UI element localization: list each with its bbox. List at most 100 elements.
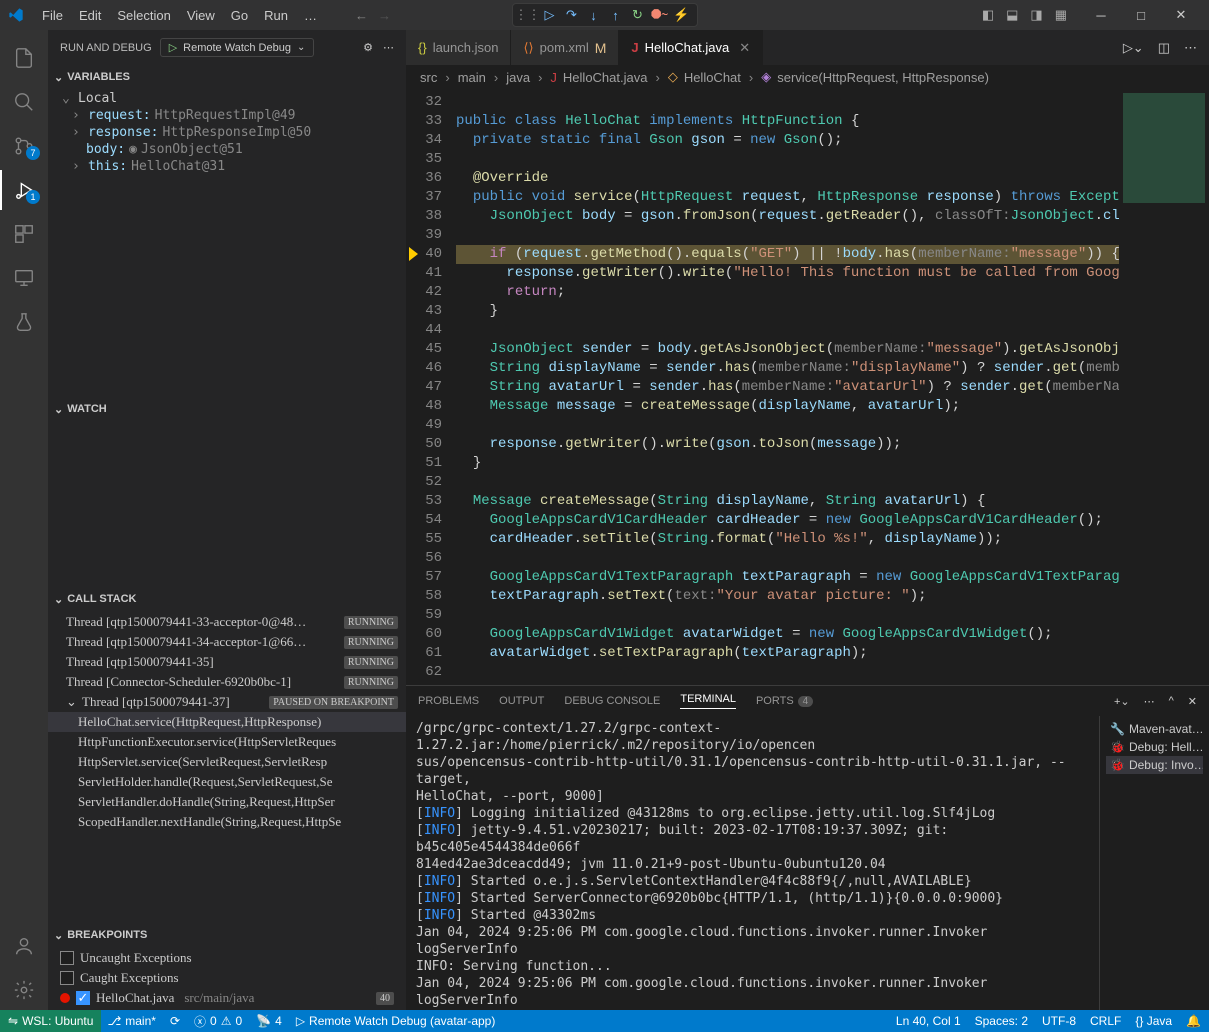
start-debug-icon[interactable]: ▷ xyxy=(169,41,177,54)
remote-explorer-icon[interactable] xyxy=(0,258,48,298)
settings-icon[interactable] xyxy=(0,970,48,1010)
accounts-icon[interactable] xyxy=(0,926,48,966)
checkbox[interactable] xyxy=(60,951,74,965)
eol[interactable]: CRLF xyxy=(1090,1014,1121,1028)
more-icon[interactable]: ⋯ xyxy=(383,41,394,54)
variables-header[interactable]: ⌄VARIABLES xyxy=(48,66,406,88)
panel-tab-problems[interactable]: PROBLEMS xyxy=(418,695,479,707)
breakpoints-header[interactable]: ⌄BREAKPOINTS xyxy=(48,924,406,946)
thread-row-expanded[interactable]: ⌄Thread [qtp1500079441-37]PAUSED ON BREA… xyxy=(48,692,406,712)
tab-hellochat-java[interactable]: JHelloChat.java✕ xyxy=(619,30,763,65)
layout-left-icon[interactable]: ◧ xyxy=(982,7,994,23)
git-branch[interactable]: ⎇main* xyxy=(107,1014,156,1028)
notifications-icon[interactable]: 🔔 xyxy=(1186,1014,1201,1028)
var-body[interactable]: body: ◉ JsonObject@51 xyxy=(48,141,406,158)
new-terminal-icon[interactable]: +⌄ xyxy=(1114,695,1130,708)
more-icon[interactable]: ⋯ xyxy=(1184,40,1197,56)
layout-right-icon[interactable]: ◨ xyxy=(1030,7,1042,23)
bp-file[interactable]: ✓ HelloChat.java src/main/java 40 xyxy=(48,988,406,1008)
menu-more[interactable]: … xyxy=(296,4,325,27)
continue-icon[interactable]: ▷ xyxy=(541,6,559,24)
terminal-session[interactable]: 🔧Maven-avat… xyxy=(1106,720,1203,738)
restart-icon[interactable]: ↻ xyxy=(629,6,647,24)
stack-frame[interactable]: HelloChat.service(HttpRequest,HttpRespon… xyxy=(48,712,406,732)
callstack-header[interactable]: ⌄CALL STACK xyxy=(48,588,406,610)
indentation[interactable]: Spaces: 2 xyxy=(975,1014,1028,1028)
ports-status[interactable]: 📡4 xyxy=(256,1014,282,1028)
thread-row[interactable]: Thread [qtp1500079441-35]RUNNING xyxy=(48,652,406,672)
layout-grid-icon[interactable]: ▦ xyxy=(1055,7,1067,23)
terminal[interactable]: /grpc/grpc-context/1.27.2/grpc-context-1… xyxy=(406,716,1099,1010)
breadcrumb[interactable]: src main java JHelloChat.java ◇HelloChat… xyxy=(406,65,1209,89)
maximize-button[interactable]: □ xyxy=(1121,0,1161,30)
close-button[interactable]: ✕ xyxy=(1161,0,1201,30)
stack-frame[interactable]: ServletHandler.doHandle(String,Request,H… xyxy=(48,792,406,812)
gear-icon[interactable]: ⚙ xyxy=(363,41,373,54)
nav-back-icon[interactable]: ← xyxy=(355,8,368,23)
thread-row[interactable]: Thread [qtp1500079441-34-acceptor-1@66…R… xyxy=(48,632,406,652)
stack-frame[interactable]: ServletHolder.handle(Request,ServletRequ… xyxy=(48,772,406,792)
tab-pom-xml[interactable]: ⟨⟩pom.xmlM xyxy=(511,30,619,65)
close-icon[interactable]: ✕ xyxy=(739,40,750,56)
watch-header[interactable]: ⌄WATCH xyxy=(48,398,406,420)
step-into-icon[interactable]: ↓ xyxy=(585,6,603,24)
code-content[interactable]: public class HelloChat implements HttpFu… xyxy=(456,89,1119,685)
stack-frame[interactable]: HttpServlet.service(ServletRequest,Servl… xyxy=(48,752,406,772)
more-icon[interactable]: ⋯ xyxy=(1144,695,1155,708)
cursor-position[interactable]: Ln 40, Col 1 xyxy=(896,1014,961,1028)
menu-edit[interactable]: Edit xyxy=(71,4,109,27)
panel-tab-terminal[interactable]: TERMINAL xyxy=(680,693,736,709)
stop-icon[interactable]: ⯃⁓ xyxy=(651,6,669,24)
stack-frame[interactable]: HttpFunctionExecutor.service(HttpServlet… xyxy=(48,732,406,752)
problems-status[interactable]: ⓧ 0 ⚠ 0 xyxy=(194,1013,242,1030)
menu-selection[interactable]: Selection xyxy=(109,4,178,27)
checkbox[interactable] xyxy=(60,971,74,985)
search-icon[interactable] xyxy=(0,82,48,122)
step-out-icon[interactable]: ↑ xyxy=(607,6,625,24)
sync-button[interactable]: ⟳ xyxy=(170,1014,180,1028)
panel-tab-output[interactable]: OUTPUT xyxy=(499,695,544,707)
hot-reload-icon[interactable]: ⚡ xyxy=(673,6,691,24)
panel-tab-ports[interactable]: PORTS 4 xyxy=(756,695,813,707)
run-icon[interactable]: ▷⌄ xyxy=(1123,40,1144,56)
testing-icon[interactable] xyxy=(0,302,48,342)
tab-launch-json[interactable]: {}launch.json xyxy=(406,30,511,65)
split-icon[interactable]: ◫ xyxy=(1158,40,1170,56)
close-panel-icon[interactable]: ✕ xyxy=(1188,695,1197,708)
layout-bottom-icon[interactable]: ⬓ xyxy=(1006,7,1018,23)
terminal-session[interactable]: 🐞Debug: Invo… xyxy=(1106,756,1203,774)
var-response[interactable]: ›response: HttpResponseImpl@50 xyxy=(48,124,406,141)
minimize-button[interactable]: ─ xyxy=(1081,0,1121,30)
panel-tab-debug-console[interactable]: DEBUG CONSOLE xyxy=(564,695,660,707)
chevron-down-icon: ⌄ xyxy=(54,71,63,84)
step-over-icon[interactable]: ↷ xyxy=(563,6,581,24)
var-this[interactable]: ›this: HelloChat@31 xyxy=(48,158,406,175)
menu-file[interactable]: File xyxy=(34,4,71,27)
extensions-icon[interactable] xyxy=(0,214,48,254)
checkbox[interactable]: ✓ xyxy=(76,991,90,1005)
code-editor[interactable]: 3233343536373839404142434445464748495051… xyxy=(406,89,1209,685)
menu-go[interactable]: Go xyxy=(223,4,256,27)
terminal-session[interactable]: 🐞Debug: Hell… xyxy=(1106,738,1203,756)
menu-run[interactable]: Run xyxy=(256,4,296,27)
nav-forward-icon[interactable]: → xyxy=(378,8,391,23)
run-debug-icon[interactable]: 1 xyxy=(0,170,48,210)
scope-local[interactable]: ⌄Local xyxy=(48,90,406,107)
menu-view[interactable]: View xyxy=(179,4,223,27)
remote-indicator[interactable]: ⇋WSL: Ubuntu xyxy=(0,1010,101,1032)
debug-status[interactable]: ▷Remote Watch Debug (avatar-app) xyxy=(296,1014,496,1028)
run-config-dropdown[interactable]: ▷ Remote Watch Debug ⌄ xyxy=(160,38,315,57)
thread-row[interactable]: Thread [Connector-Scheduler-6920b0bc-1]R… xyxy=(48,672,406,692)
bp-uncaught[interactable]: Uncaught Exceptions xyxy=(48,948,406,968)
minimap[interactable] xyxy=(1119,89,1209,685)
thread-row[interactable]: Thread [qtp1500079441-33-acceptor-0@48…R… xyxy=(48,612,406,632)
bp-caught[interactable]: Caught Exceptions xyxy=(48,968,406,988)
var-request[interactable]: ›request: HttpRequestImpl@49 xyxy=(48,107,406,124)
grip-icon[interactable]: ⋮⋮ xyxy=(519,6,537,24)
encoding[interactable]: UTF-8 xyxy=(1042,1014,1076,1028)
source-control-icon[interactable]: 7 xyxy=(0,126,48,166)
stack-frame[interactable]: ScopedHandler.nextHandle(String,Request,… xyxy=(48,812,406,832)
chevron-up-icon[interactable]: ^ xyxy=(1169,695,1174,708)
language-mode[interactable]: {} Java xyxy=(1135,1014,1172,1028)
explorer-icon[interactable] xyxy=(0,38,48,78)
